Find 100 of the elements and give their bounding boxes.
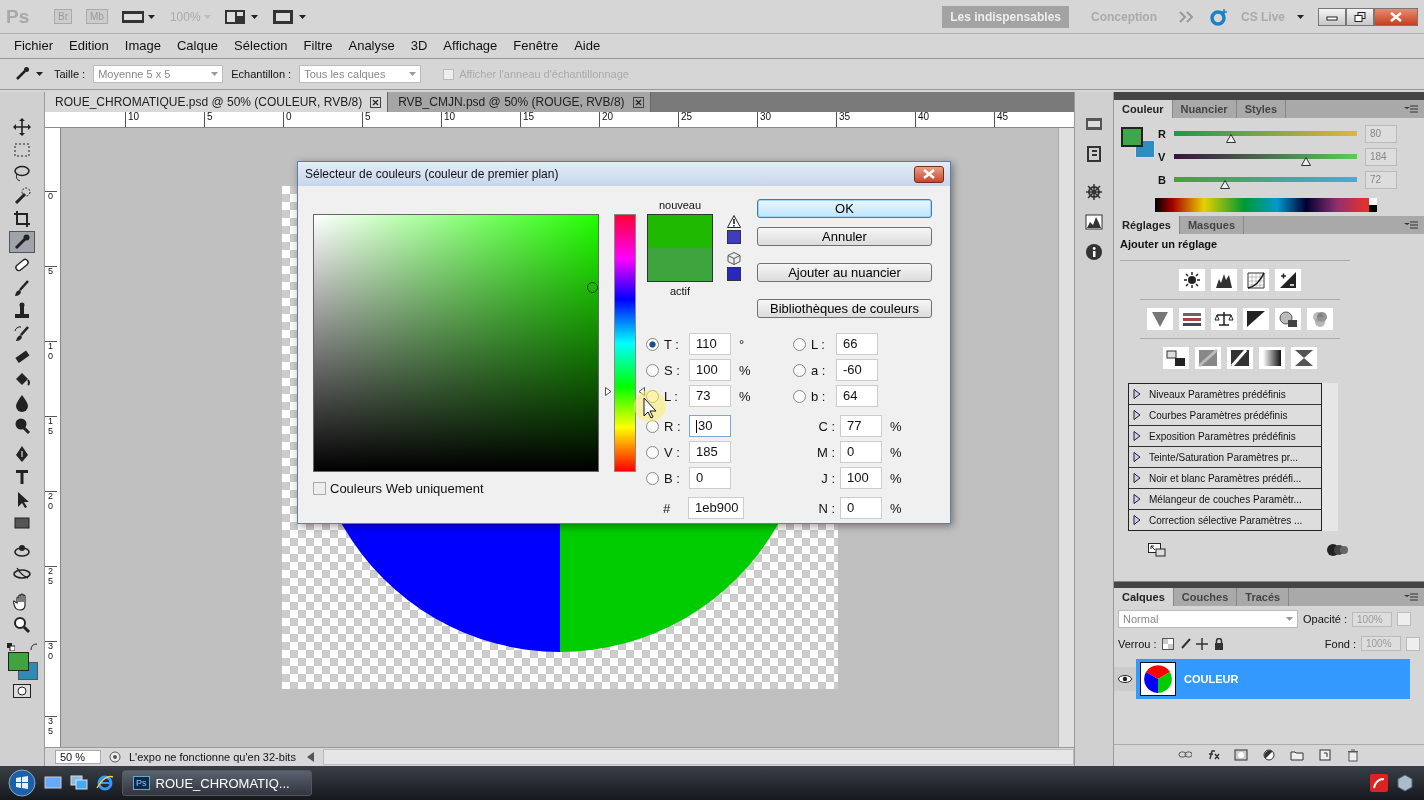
- tray-cube-icon[interactable]: [1396, 774, 1414, 792]
- document-info-icon[interactable]: [109, 751, 121, 763]
- threshold-adjustment-button[interactable]: [1227, 347, 1253, 369]
- vertical-scrollbar[interactable]: [1058, 128, 1074, 747]
- dialog-button[interactable]: OK: [757, 199, 932, 218]
- menu-item[interactable]: Fenêtre: [505, 37, 567, 53]
- disclosure-triangle-icon[interactable]: [1133, 389, 1141, 399]
- disclosure-triangle-icon[interactable]: [1133, 515, 1141, 525]
- menu-item[interactable]: Image: [116, 37, 169, 53]
- gradient-adjustment-button[interactable]: [1259, 347, 1285, 369]
- layout-icon[interactable]: [224, 9, 259, 24]
- checkbox[interactable]: [313, 482, 326, 495]
- trash-icon[interactable]: [1346, 749, 1360, 762]
- panel-tab[interactable]: Nuancier: [1172, 100, 1237, 118]
- tray-r-icon[interactable]: [1370, 774, 1388, 792]
- panel-tab[interactable]: Réglages: [1114, 216, 1180, 234]
- input-field[interactable]: 0: [840, 441, 882, 463]
- lock-move-icon[interactable]: [1195, 637, 1208, 650]
- blend-mode-dropdown[interactable]: Normal: [1118, 610, 1298, 628]
- disclosure-triangle-icon[interactable]: [1133, 473, 1141, 483]
- input-field[interactable]: 0: [689, 467, 731, 489]
- clip-layer-icon[interactable]: [1326, 543, 1348, 557]
- panel-tab[interactable]: Calques: [1114, 588, 1174, 606]
- half-circle-icon[interactable]: [1262, 749, 1276, 762]
- menu-item[interactable]: Edition: [61, 37, 117, 53]
- document-tab[interactable]: ROUE_CHROMATIQUE.psd @ 50% (COULEUR, RVB/8): [45, 92, 389, 112]
- close-icon[interactable]: [370, 96, 382, 108]
- panel-menu-icon[interactable]: [1404, 221, 1418, 229]
- ring-icon[interactable]: [1209, 6, 1229, 27]
- visibility-toggle[interactable]: [1114, 667, 1136, 691]
- web-color-swatch[interactable]: [727, 267, 741, 281]
- input-field[interactable]: 64: [836, 385, 878, 407]
- menu-item[interactable]: Affichage: [435, 37, 506, 53]
- slider-thumb-icon[interactable]: [1225, 133, 1236, 143]
- warning-icon[interactable]: [727, 215, 741, 228]
- desktop-icon[interactable]: [44, 775, 62, 791]
- sample-dropdown[interactable]: Tous les calques: [299, 65, 422, 83]
- panel-menu-icon[interactable]: [1404, 105, 1418, 113]
- panel-tab[interactable]: Tracés: [1237, 588, 1290, 606]
- radio-button[interactable]: [646, 389, 659, 403]
- minimize-button[interactable]: [1318, 7, 1346, 26]
- radio-button[interactable]: [793, 337, 806, 351]
- input-field[interactable]: 100: [689, 359, 731, 381]
- input-field[interactable]: 73: [689, 385, 731, 407]
- menu-item[interactable]: Calque: [168, 37, 227, 53]
- document-tab[interactable]: RVB_CMJN.psd @ 50% (ROUGE, RVB/8): [388, 92, 651, 112]
- color-spectrum[interactable]: [1155, 198, 1377, 212]
- input-field[interactable]: 185: [689, 441, 731, 463]
- panel-tab[interactable]: Couleur: [1114, 100, 1173, 118]
- fx-icon[interactable]: [1206, 749, 1220, 762]
- radio-button[interactable]: [646, 337, 659, 351]
- new-layer-icon[interactable]: [1318, 749, 1332, 762]
- photo-filter-adjustment-button[interactable]: [1275, 308, 1301, 330]
- invert-adjustment-button[interactable]: [1163, 347, 1189, 369]
- input-field[interactable]: 0: [840, 497, 882, 519]
- swap-colors-icon[interactable]: [30, 643, 38, 651]
- close-button[interactable]: [914, 165, 944, 183]
- browser-e-icon[interactable]: [96, 775, 114, 791]
- triangle-adjustment-button[interactable]: [1147, 308, 1173, 330]
- radio-button[interactable]: [793, 389, 806, 403]
- menu-item[interactable]: Aide: [566, 37, 609, 53]
- input-field[interactable]: 100: [840, 467, 882, 489]
- hue-spectrum[interactable]: [614, 214, 636, 472]
- disclosure-triangle-icon[interactable]: [1133, 452, 1141, 462]
- default-colors-icon[interactable]: [7, 643, 15, 651]
- restore-button[interactable]: [1346, 7, 1374, 26]
- input-field[interactable]: 30: [689, 415, 731, 437]
- color-swatches-drawing[interactable]: [8, 652, 38, 680]
- horizontal-scrollbar[interactable]: [323, 749, 1074, 765]
- gradient-square-adjustment-button[interactable]: [1195, 347, 1221, 369]
- screen-mode-icon[interactable]: [272, 9, 307, 24]
- dialog-button[interactable]: Annuler: [757, 227, 932, 246]
- panel-tab[interactable]: Styles: [1236, 100, 1287, 118]
- disclosure-triangle-icon[interactable]: [1133, 431, 1141, 441]
- expand-view-icon[interactable]: [1148, 543, 1166, 557]
- radio-button[interactable]: [646, 419, 659, 433]
- film-strip-icon[interactable]: [121, 9, 156, 24]
- quick-mask-icon[interactable]: [13, 684, 31, 698]
- windows-icon[interactable]: [70, 775, 88, 791]
- zoom-field[interactable]: 50 %: [55, 750, 101, 764]
- exposure-adjustment-button[interactable]: [1275, 269, 1301, 291]
- scroll-left-icon[interactable]: [307, 752, 315, 762]
- radio-button[interactable]: [646, 445, 659, 459]
- cube-icon[interactable]: [727, 252, 741, 265]
- taskbar-button[interactable]: Ps ROUE_CHROMATIQ...: [122, 770, 312, 796]
- hourglass-adjustment-button[interactable]: [1291, 347, 1317, 369]
- scale-adjustment-button[interactable]: [1211, 308, 1237, 330]
- menu-item[interactable]: 3D: [402, 37, 436, 53]
- slider-thumb-icon[interactable]: [1220, 179, 1231, 189]
- menu-item[interactable]: Filtre: [295, 37, 341, 53]
- lock-icon[interactable]: [1212, 637, 1225, 650]
- bars-adjustment-button[interactable]: [1179, 308, 1205, 330]
- folder-icon[interactable]: [1290, 749, 1304, 762]
- lock-transparency-icon[interactable]: [1161, 637, 1174, 650]
- input-field[interactable]: -60: [836, 359, 878, 381]
- start-orb-icon[interactable]: [8, 769, 36, 797]
- slider-thumb-icon[interactable]: [1300, 156, 1311, 166]
- menu-item[interactable]: Sélection: [226, 37, 296, 53]
- dialog-button[interactable]: Ajouter au nuancier: [757, 263, 932, 282]
- histogram-adjustment-button[interactable]: [1211, 269, 1237, 291]
